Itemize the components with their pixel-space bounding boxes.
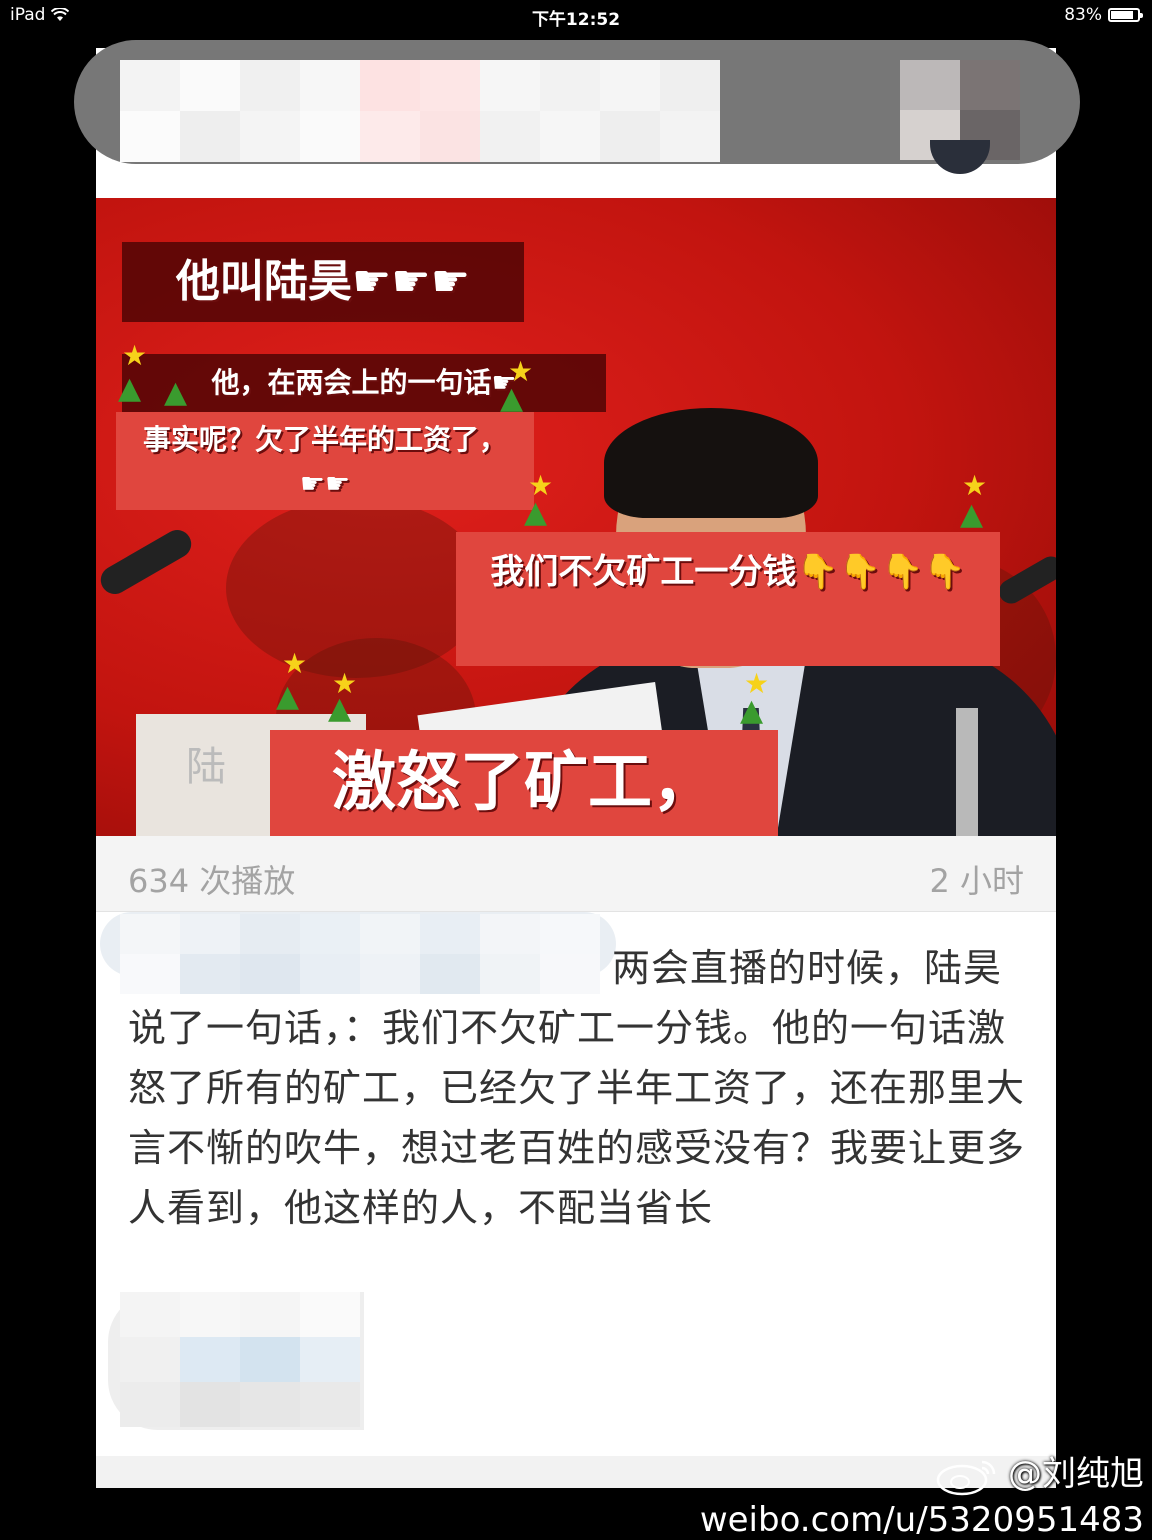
battery-icon	[1108, 8, 1143, 22]
tree-sticker: ▲	[500, 381, 524, 416]
mosaic-redaction	[120, 60, 720, 162]
tree-sticker: ▲	[118, 371, 142, 406]
tree-sticker: ▲	[740, 693, 764, 728]
tree-sticker: ▲	[164, 375, 188, 410]
nameplate-text: 陆	[186, 744, 226, 790]
caption-4: 我们不欠矿工一分钱👇👇👇👇	[456, 532, 1000, 666]
tree-sticker: ▲	[276, 679, 300, 714]
caption-2: 他，在两会上的一句话☛	[122, 354, 606, 412]
status-bar: iPad 下午12:52 83%	[0, 0, 1152, 32]
weibo-watermark: @刘纯旭 weibo.com/u/5320951483	[700, 1446, 1144, 1540]
battery-percent: 83%	[1064, 5, 1102, 25]
tree-sticker: ▲	[328, 691, 352, 726]
video-meta-bar: 634 次播放 2 小时	[96, 836, 1056, 912]
star-sticker: ★	[122, 339, 148, 372]
post-body-text: 两会直播的时候，陆昊说了一句话，：我们不欠矿工一分钱。他的一句话激怒了所有的矿工…	[128, 946, 1026, 1230]
weibo-logo-icon	[936, 1460, 996, 1495]
watermark-handle: @刘纯旭	[1008, 1454, 1144, 1494]
star-sticker: ★	[962, 469, 988, 502]
star-sticker: ★	[282, 647, 308, 680]
caption-3: 事实呢？欠了半年的工资了，☛☛	[116, 412, 534, 510]
post-time: 2 小时	[929, 862, 1024, 900]
caption-5: 激怒了矿工，	[270, 730, 778, 836]
mosaic-redaction	[120, 1292, 360, 1428]
caption-1: 他叫陆昊☛☛☛	[122, 242, 524, 322]
microphone	[96, 524, 197, 600]
status-time: 下午12:52	[531, 10, 621, 30]
tree-sticker: ▲	[524, 495, 548, 530]
video-thumbnail[interactable]: 陆 他叫陆昊☛☛☛ 他，在两会上的一句话☛ 事实呢？欠了半年的工资了，☛☛ 我们…	[96, 198, 1056, 836]
play-count: 634 次播放	[128, 862, 296, 900]
watermark-url: weibo.com/u/5320951483	[699, 1499, 1144, 1540]
tree-sticker: ▲	[960, 497, 984, 532]
